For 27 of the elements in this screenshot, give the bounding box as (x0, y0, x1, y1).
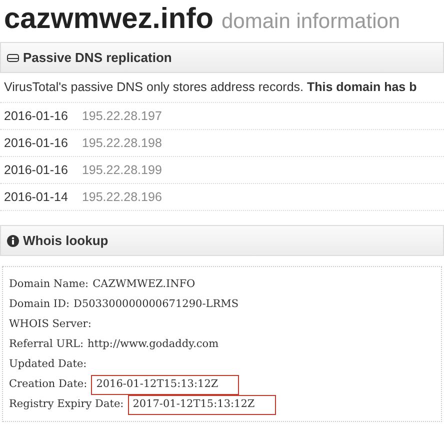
ip-address: 195.22.28.196 (82, 188, 162, 206)
resolution-date: 2016-01-16 (4, 134, 68, 152)
whois-label: Domain Name: (9, 277, 89, 292)
whois-label: Updated Date: (9, 357, 87, 372)
domain-title: cazwmwez.info (4, 2, 214, 37)
dns-note: VirusTotal's passive DNS only stores address records. This domain has b (4, 79, 417, 96)
whois-value: 2017-01-12T15:13:12Z (128, 395, 276, 415)
page-subtitle: domain information (222, 9, 400, 35)
resolution-date: 2016-01-16 (4, 162, 68, 179)
ip-address: 195.22.28.199 (82, 162, 162, 179)
whois-value: 2016-01-12T15:13:12Z (91, 375, 240, 395)
whois-value: http://www.godaddy.com (87, 337, 219, 352)
whois-value: CAZWMWEZ.INFO (92, 277, 196, 292)
ip-address: 195.22.28.198 (82, 134, 162, 152)
whois-value: D503300000000671290-LRMS (74, 297, 239, 312)
section-title: Whois lookup (23, 232, 108, 250)
ip-address: 195.22.28.197 (82, 108, 162, 125)
whois-label: Referral URL: (9, 337, 84, 352)
drive-icon (7, 52, 19, 62)
resolution-date: 2016-01-14 (4, 188, 68, 206)
whois-label: Creation Date: (9, 377, 88, 392)
info-icon (7, 234, 19, 246)
whois-label: WHOIS Server: (9, 317, 92, 332)
whois-label: Registry Expiry Date: (9, 397, 124, 412)
section-title: Passive DNS replication (23, 48, 172, 67)
resolution-date: 2016-01-16 (4, 108, 68, 125)
whois-label: Domain ID: (9, 297, 70, 312)
